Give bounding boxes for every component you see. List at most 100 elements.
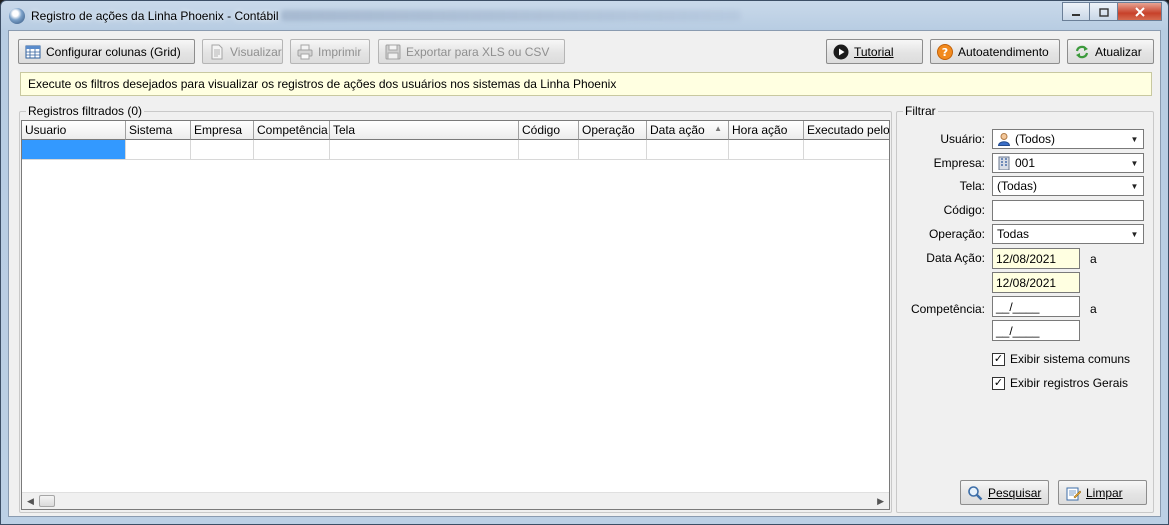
column-header-empresa[interactable]: Empresa (191, 121, 254, 140)
sort-ascending-icon: ▲ (714, 124, 722, 133)
svg-text:?: ? (942, 46, 948, 59)
search-button[interactable]: Pesquisar (960, 480, 1049, 505)
tutorial-button[interactable]: Tutorial (826, 39, 923, 64)
table-cell[interactable] (254, 140, 330, 160)
print-button[interactable]: Imprimir (290, 39, 370, 64)
minimize-icon (1072, 13, 1080, 16)
column-header-tela[interactable]: Tela (330, 121, 519, 140)
refresh-icon (1074, 44, 1090, 60)
competence-from-input[interactable]: __/____ (992, 296, 1080, 317)
column-header-sistema[interactable]: Sistema (126, 121, 191, 140)
app-icon (9, 8, 25, 24)
show-common-systems-label: Exibir sistema comuns (1010, 352, 1131, 366)
column-header-executado-pelo[interactable]: Executado pelo (804, 121, 889, 140)
scroll-right-icon[interactable]: ▶ (877, 496, 884, 507)
tutorial-label: Tutorial (854, 44, 894, 59)
window-controls (1062, 2, 1162, 21)
table-cell[interactable] (330, 140, 519, 160)
restore-icon (1098, 7, 1109, 17)
configure-columns-button[interactable]: Configurar colunas (Grid) (18, 39, 195, 64)
export-button[interactable]: Exportar para XLS ou CSV (378, 39, 565, 64)
code-input[interactable] (992, 200, 1144, 221)
show-common-systems-checkbox[interactable]: ✓ Exibir sistema comuns (992, 352, 1130, 366)
view-button[interactable]: Visualizar (202, 39, 283, 64)
column-header-competencia[interactable]: Competência (254, 121, 330, 140)
document-icon (209, 44, 225, 60)
user-icon (997, 132, 1011, 146)
operation-label: Operação: (928, 227, 985, 241)
checkmark-icon[interactable]: ✓ (992, 352, 1005, 366)
print-label: Imprimir (318, 44, 362, 59)
table-cell[interactable] (647, 140, 729, 160)
minimize-button[interactable] (1062, 2, 1090, 21)
screen-select-value: (Todas) (997, 179, 1038, 193)
company-select[interactable]: 001 ▼ (992, 153, 1144, 173)
show-general-records-checkbox[interactable]: ✓ Exibir registros Gerais (992, 376, 1128, 390)
search-label: Pesquisar (988, 485, 1042, 500)
self-service-label: Autoatendimento (958, 44, 1049, 59)
table-cell[interactable] (804, 140, 889, 160)
action-date-label: Data Ação: (926, 251, 985, 265)
view-label: Visualizar (230, 44, 282, 59)
column-header-hora-acao[interactable]: Hora ação (729, 121, 804, 140)
chevron-down-icon[interactable]: ▼ (1127, 178, 1142, 194)
horizontal-scrollbar[interactable]: ◀ ▶ (22, 492, 889, 509)
column-header-data-acao[interactable]: Data ação ▲ (647, 121, 729, 140)
scrollbar-thumb[interactable] (39, 495, 55, 507)
table-cell[interactable] (519, 140, 579, 160)
scroll-left-icon[interactable]: ◀ (27, 496, 34, 507)
title-bar[interactable]: Registro de ações da Linha Phoenix - Con… (1, 1, 1168, 31)
code-label: Código: (943, 203, 985, 217)
magnifier-icon (967, 485, 983, 501)
application-window: Registro de ações da Linha Phoenix - Con… (0, 0, 1169, 525)
info-message: Execute os filtros desejados para visual… (20, 72, 1152, 96)
table-cell[interactable] (191, 140, 254, 160)
help-icon: ? (937, 43, 953, 60)
column-header-data-acao-label: Data ação (650, 123, 705, 137)
maximize-button[interactable] (1090, 2, 1118, 21)
company-select-value: 001 (1015, 156, 1036, 170)
play-icon (833, 44, 849, 60)
eraser-icon (1065, 485, 1082, 501)
show-general-records-label: Exibir registros Gerais (1010, 376, 1129, 390)
screen-select[interactable]: (Todas) ▼ (992, 176, 1144, 196)
user-select-value: (Todos) (1015, 132, 1056, 146)
grid-header: Usuario Sistema Empresa Competência Tela… (22, 121, 889, 140)
results-grid[interactable]: Usuario Sistema Empresa Competência Tela… (21, 120, 890, 510)
building-icon (997, 156, 1011, 171)
printer-icon (297, 44, 313, 60)
results-group-title: Registros filtrados (0) (26, 104, 145, 118)
clear-button[interactable]: Limpar (1058, 480, 1147, 505)
chevron-down-icon[interactable]: ▼ (1127, 131, 1142, 147)
table-cell[interactable] (579, 140, 647, 160)
column-header-usuario[interactable]: Usuario (22, 121, 126, 140)
grid-columns-icon (25, 44, 41, 60)
action-date-to-input[interactable]: 12/08/2021 (992, 272, 1080, 293)
client-area: Configurar colunas (Grid) Visualizar Imp… (8, 30, 1161, 517)
competence-to-input[interactable]: __/____ (992, 320, 1080, 341)
action-date-from-input[interactable]: 12/08/2021 (992, 248, 1080, 269)
user-select[interactable]: (Todos) ▼ (992, 129, 1144, 149)
refresh-label: Atualizar (1095, 44, 1142, 59)
operation-select[interactable]: Todas ▼ (992, 224, 1144, 244)
clear-label: Limpar (1086, 485, 1123, 500)
close-button[interactable] (1118, 2, 1162, 21)
column-header-codigo[interactable]: Código (519, 121, 579, 140)
checkmark-icon[interactable]: ✓ (992, 376, 1005, 390)
competence-label: Competência: (910, 302, 985, 316)
self-service-button[interactable]: ? Autoatendimento (930, 39, 1060, 64)
floppy-disk-icon (385, 44, 401, 60)
filter-group-title: Filtrar (903, 104, 938, 118)
table-row[interactable] (22, 140, 889, 160)
table-cell[interactable] (729, 140, 804, 160)
table-cell[interactable] (126, 140, 191, 160)
chevron-down-icon[interactable]: ▼ (1127, 226, 1142, 242)
export-label: Exportar para XLS ou CSV (406, 44, 550, 59)
table-cell[interactable] (22, 140, 126, 160)
chevron-down-icon[interactable]: ▼ (1127, 155, 1142, 171)
column-header-operacao[interactable]: Operação (579, 121, 647, 140)
operation-select-value: Todas (997, 227, 1030, 241)
user-label: Usuário: (940, 132, 985, 146)
window-title: Registro de ações da Linha Phoenix - Con… (31, 9, 279, 23)
refresh-button[interactable]: Atualizar (1067, 39, 1154, 64)
